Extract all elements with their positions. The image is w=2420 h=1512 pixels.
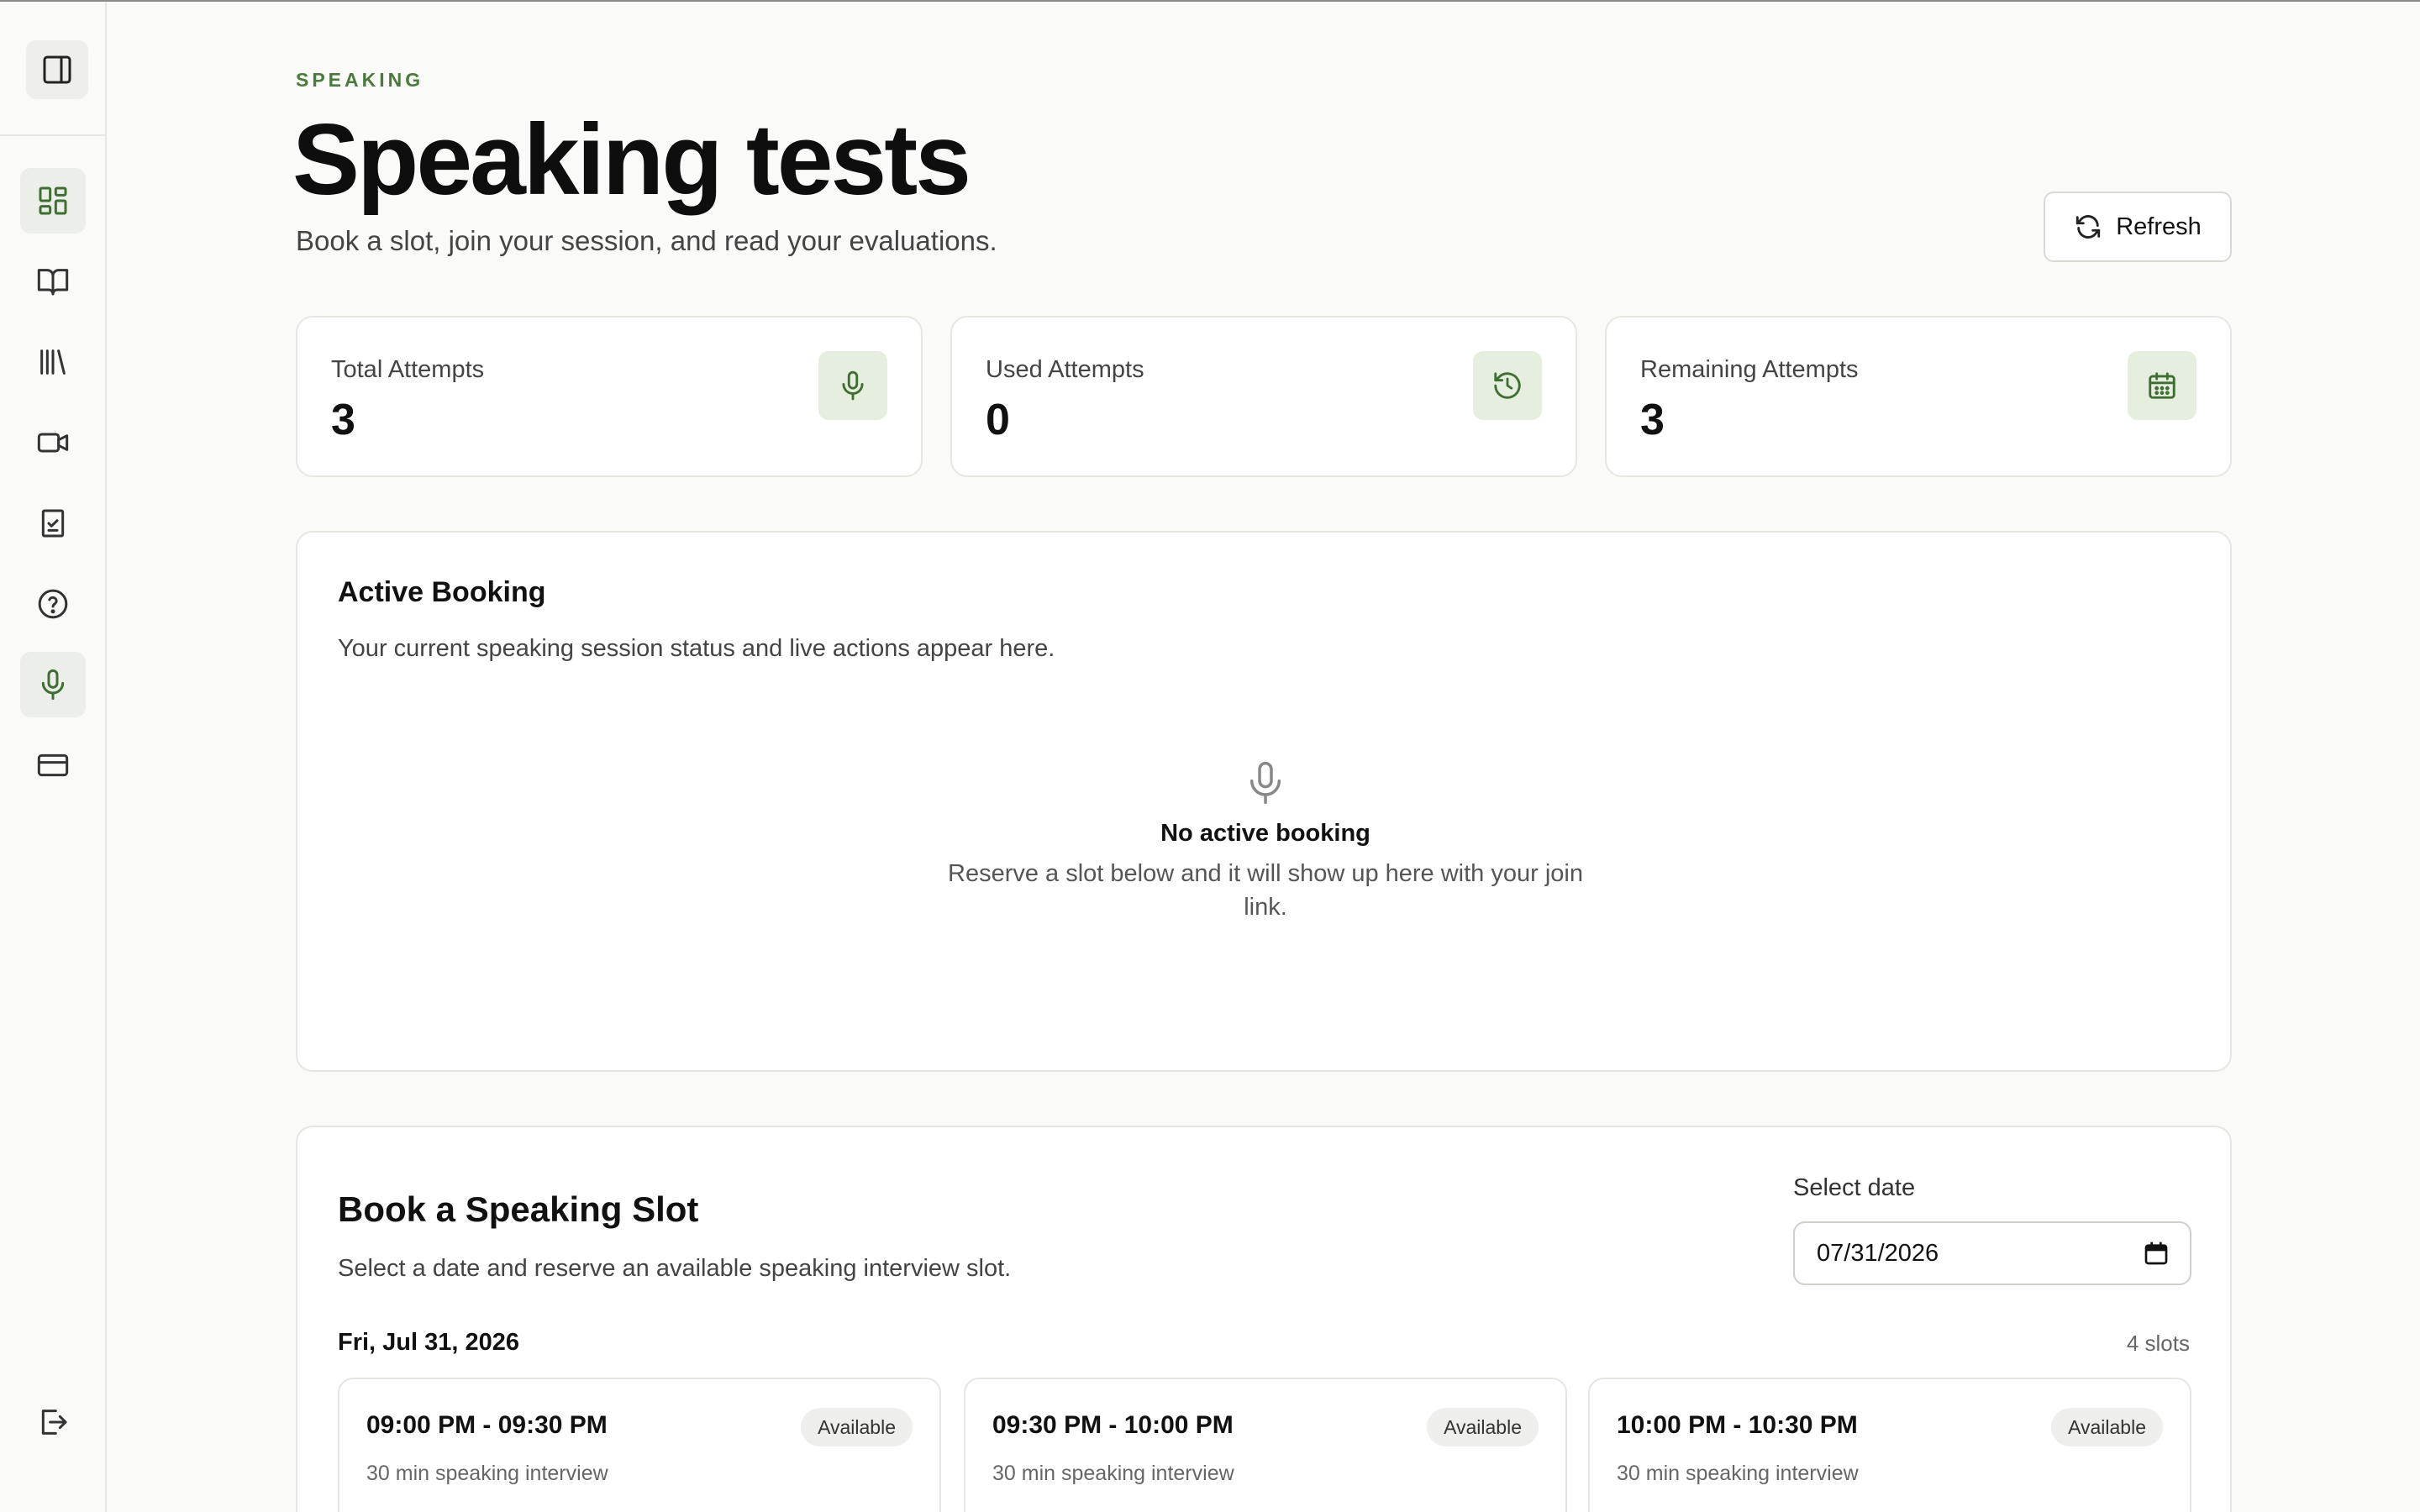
empty-state-title: No active booking — [1160, 820, 1370, 847]
slot-subtitle: 30 min speaking interview — [1617, 1462, 1859, 1485]
stat-label: Remaining Attempts — [1640, 356, 1859, 383]
dashboard-icon — [39, 186, 67, 215]
sidebar-item-video[interactable] — [20, 410, 86, 475]
sidebar-item-billing[interactable] — [20, 732, 86, 798]
page-subtitle: Book a slot, join your session, and read… — [296, 225, 997, 256]
stat-card-remaining: Remaining Attempts 3 — [1605, 316, 2232, 477]
slot-subtitle: 30 min speaking interview — [992, 1462, 1234, 1485]
slot-time: 09:00 PM - 09:30 PM — [366, 1411, 608, 1439]
book-open-icon — [37, 269, 69, 296]
stat-label: Total Attempts — [331, 356, 485, 383]
status-badge: Available — [1427, 1408, 1539, 1446]
sidebar-item-dashboard[interactable] — [20, 168, 86, 234]
sidebar-item-speaking[interactable] — [20, 652, 86, 717]
refresh-label: Refresh — [2116, 213, 2202, 240]
video-icon — [37, 433, 69, 453]
stat-label: Used Attempts — [986, 356, 1144, 383]
status-badge: Available — [801, 1408, 913, 1446]
refresh-icon — [2076, 215, 2101, 239]
microphone-icon — [41, 669, 65, 701]
sidebar-divider — [0, 134, 107, 136]
empty-state-description: Reserve a slot below and it will show up… — [948, 860, 1583, 921]
page-eyebrow: SPEAKING — [296, 69, 424, 91]
slot-subtitle: 30 min speaking interview — [366, 1462, 608, 1485]
credit-card-icon — [37, 753, 69, 777]
microphone-icon — [1249, 761, 1281, 805]
stat-value: 0 — [986, 396, 1010, 444]
logout-icon — [41, 1410, 67, 1435]
stat-icon-box — [2128, 351, 2196, 420]
sidebar-toggle-button[interactable] — [26, 40, 88, 99]
refresh-button[interactable]: Refresh — [2044, 192, 2232, 262]
sidebar-item-library[interactable] — [20, 329, 86, 395]
slot-time: 10:00 PM - 10:30 PM — [1617, 1411, 1858, 1439]
slot-card[interactable]: 09:30 PM - 10:00 PM 30 min speaking inte… — [964, 1378, 1567, 1512]
logout-button[interactable] — [20, 1389, 86, 1455]
page-title: Speaking tests — [292, 103, 971, 216]
date-input[interactable]: 07/31/2026 — [1793, 1221, 2191, 1285]
calendar-picker-icon[interactable] — [2143, 1240, 2170, 1267]
stat-value: 3 — [331, 396, 355, 444]
active-booking-title: Active Booking — [338, 576, 546, 608]
slot-card[interactable]: 10:00 PM - 10:30 PM 30 min speaking inte… — [1588, 1378, 2191, 1512]
microphone-icon — [842, 370, 864, 401]
stat-icon-box — [1473, 351, 1542, 420]
stat-icon-box — [818, 351, 887, 420]
active-booking-panel: Active Booking Your current speaking ses… — [296, 531, 2232, 1072]
slot-time: 09:30 PM - 10:00 PM — [992, 1411, 1234, 1439]
sidebar-item-lessons[interactable] — [20, 249, 86, 314]
sidebar — [0, 2, 107, 1512]
calendar-icon — [2149, 372, 2175, 399]
book-slot-panel: Book a Speaking Slot Select a date and r… — [296, 1126, 2232, 1512]
stat-card-used: Used Attempts 0 — [950, 316, 1577, 477]
status-badge: Available — [2051, 1408, 2163, 1446]
history-icon — [1494, 372, 1521, 399]
day-heading: Fri, Jul 31, 2026 — [338, 1329, 520, 1356]
sidebar-toggle-icon — [43, 55, 71, 84]
active-booking-description: Your current speaking session status and… — [338, 635, 1055, 662]
clipboard-check-icon — [41, 509, 65, 538]
book-slot-description: Select a date and reserve an available s… — [338, 1255, 1012, 1282]
stat-card-total: Total Attempts 3 — [296, 316, 923, 477]
slot-card[interactable]: 09:00 PM - 09:30 PM 30 min speaking inte… — [338, 1378, 941, 1512]
sidebar-item-tasks[interactable] — [20, 491, 86, 556]
help-circle-icon — [38, 589, 68, 619]
slot-count: 4 slots — [2126, 1331, 2190, 1356]
date-value: 07/31/2026 — [1817, 1239, 1939, 1267]
library-icon — [40, 349, 66, 375]
stat-value: 3 — [1640, 396, 1665, 444]
book-slot-title: Book a Speaking Slot — [338, 1189, 699, 1229]
date-label: Select date — [1793, 1174, 1916, 1201]
sidebar-item-help[interactable] — [20, 571, 86, 637]
